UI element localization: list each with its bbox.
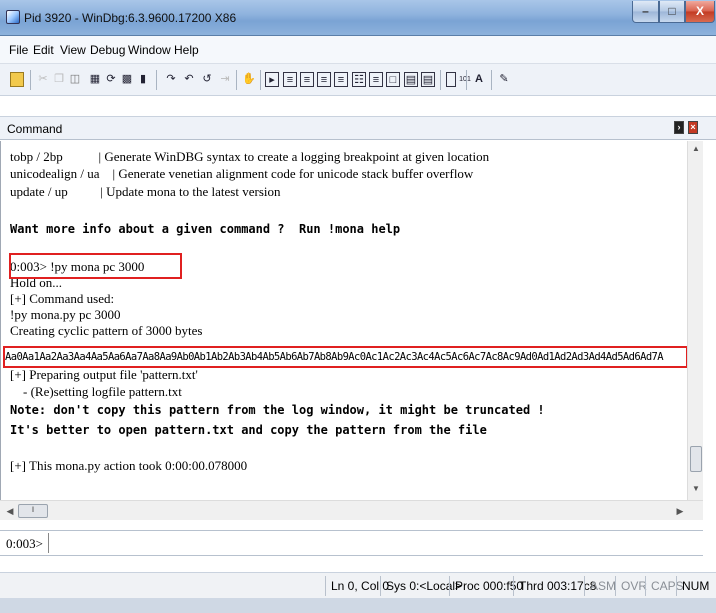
status-num: NUM <box>676 576 714 596</box>
source-toggle-icon[interactable] <box>446 72 456 87</box>
output-line: It's better to open pattern.txt and copy… <box>10 423 487 437</box>
registers-icon[interactable]: ≡ <box>317 72 331 87</box>
watch-icon[interactable]: ≡ <box>283 72 297 87</box>
close-button[interactable]: X <box>685 1 715 23</box>
horizontal-scrollbar[interactable]: ◀ ‖ ▶ <box>0 500 703 520</box>
vertical-scrollbar[interactable]: ▲ ▼ <box>687 141 703 500</box>
status-bar: Ln 0, Col 0 Sys 0:<Local> Proc 000:f50 T… <box>0 572 716 598</box>
stop-icon[interactable]: ▩ <box>120 72 134 87</box>
step-into-icon[interactable]: ↷ <box>164 72 178 87</box>
title-bar: Pid 3920 - WinDbg:6.3.9600.17200 X86 – □… <box>0 0 716 36</box>
call-stack-icon[interactable]: ☷ <box>352 72 366 87</box>
options-icon[interactable]: ✎ <box>497 72 511 87</box>
output-line: Want more info about a given command ? R… <box>10 222 401 236</box>
menu-bar: File Edit View Debug Window Help <box>0 36 716 64</box>
font-icon[interactable]: A <box>472 72 486 87</box>
breakpoint-icon[interactable]: ✋ <box>242 72 256 87</box>
copy-icon[interactable]: ❐ <box>52 72 66 87</box>
toolbar-separator <box>236 70 237 90</box>
command-echo-line: 0:003> !py mona pc 3000 <box>10 259 145 274</box>
source-mode-icon[interactable]: ▤ <box>404 72 418 87</box>
memory-icon[interactable]: ≡ <box>334 72 348 87</box>
command-window-icon[interactable]: ▸ <box>265 72 279 87</box>
horizontal-scroll-thumb[interactable]: ‖ <box>18 504 48 518</box>
minimize-button[interactable]: – <box>632 1 659 23</box>
toolbar: ✂ ❐ ◫ ▦ ⟳ ▩ ▮ ↷ ↶ ↺ ⇥ ✋ ▸ ≡ ≡ ≡ ≡ ☷ ≡ □ … <box>0 64 716 96</box>
binary-mode-icon[interactable]: 101 <box>458 72 472 87</box>
output-line: !py mona.py pc 3000 <box>10 307 121 322</box>
scratch-pad-icon[interactable]: □ <box>386 72 400 87</box>
scroll-up-icon[interactable]: ▲ <box>688 141 704 157</box>
open-icon[interactable] <box>10 72 24 87</box>
go-icon[interactable]: ▦ <box>88 72 102 87</box>
command-window-header: Command › × <box>0 116 716 140</box>
toolbar-separator <box>156 70 157 90</box>
output-line: - (Re)setting logfile pattern.txt <box>10 384 182 399</box>
output-line: [+] Command used: <box>10 291 115 306</box>
cyclic-pattern-line: Aa0Aa1Aa2Aa3Aa4Aa5Aa6Aa7Aa8Aa9Ab0Ab1Ab2A… <box>5 351 664 363</box>
restart-icon[interactable]: ⟳ <box>104 72 118 87</box>
menu-edit[interactable]: Edit <box>33 43 54 57</box>
windbg-app-icon[interactable] <box>6 10 20 24</box>
toolbar-separator <box>466 70 467 90</box>
command-input-row: 0:003> <box>0 530 703 556</box>
break-icon[interactable]: ▮ <box>136 72 150 87</box>
output-line: tobp / 2bp | Generate WinDBG syntax to c… <box>10 149 490 164</box>
command-options-icon[interactable]: › <box>674 121 684 134</box>
toolbar-separator <box>30 70 31 90</box>
toolbar-separator <box>491 70 492 90</box>
source-file-icon[interactable]: ▤ <box>421 72 435 87</box>
menu-debug[interactable]: Debug <box>90 43 125 57</box>
step-over-icon[interactable]: ↶ <box>182 72 196 87</box>
output-line: Creating cyclic pattern of 3000 bytes <box>10 323 203 338</box>
output-line: unicodealign / ua | Generate venetian al… <box>10 166 474 181</box>
output-line: Hold on... <box>10 275 62 290</box>
maximize-button[interactable]: □ <box>659 1 685 23</box>
menu-view[interactable]: View <box>60 43 86 57</box>
window-title: Pid 3920 - WinDbg:6.3.9600.17200 X86 <box>24 11 237 25</box>
cut-icon[interactable]: ✂ <box>36 72 50 87</box>
output-line: Note: don't copy this pattern from the l… <box>10 403 545 417</box>
command-prompt: 0:003> <box>6 536 43 551</box>
menu-window[interactable]: Window <box>128 43 171 57</box>
scroll-down-icon[interactable]: ▼ <box>688 481 704 497</box>
locals-icon[interactable]: ≡ <box>300 72 314 87</box>
output-line: [+] Preparing output file 'pattern.txt' <box>10 367 198 382</box>
output-line: [+] This mona.py action took 0:00:00.078… <box>10 458 248 473</box>
scroll-right-icon[interactable]: ▶ <box>672 503 688 519</box>
menu-help[interactable]: Help <box>174 43 199 57</box>
toolbar-separator <box>260 70 261 90</box>
step-out-icon[interactable]: ↺ <box>200 72 214 87</box>
disassembly-icon[interactable]: ≡ <box>369 72 383 87</box>
command-input[interactable] <box>48 533 700 553</box>
scroll-left-icon[interactable]: ◀ <box>2 503 18 519</box>
window-bottom-edge <box>0 598 716 613</box>
paste-icon[interactable]: ◫ <box>68 72 82 87</box>
command-window-title: Command <box>7 122 63 136</box>
menu-file[interactable]: File <box>9 43 28 57</box>
command-close-icon[interactable]: × <box>688 121 698 134</box>
output-line: update / up | Update mona to the latest … <box>10 184 281 199</box>
vertical-scroll-thumb[interactable] <box>690 446 702 472</box>
command-output[interactable]: tobp / 2bp | Generate WinDBG syntax to c… <box>0 141 687 500</box>
run-to-cursor-icon[interactable]: ⇥ <box>218 72 232 87</box>
toolbar-separator <box>440 70 441 90</box>
